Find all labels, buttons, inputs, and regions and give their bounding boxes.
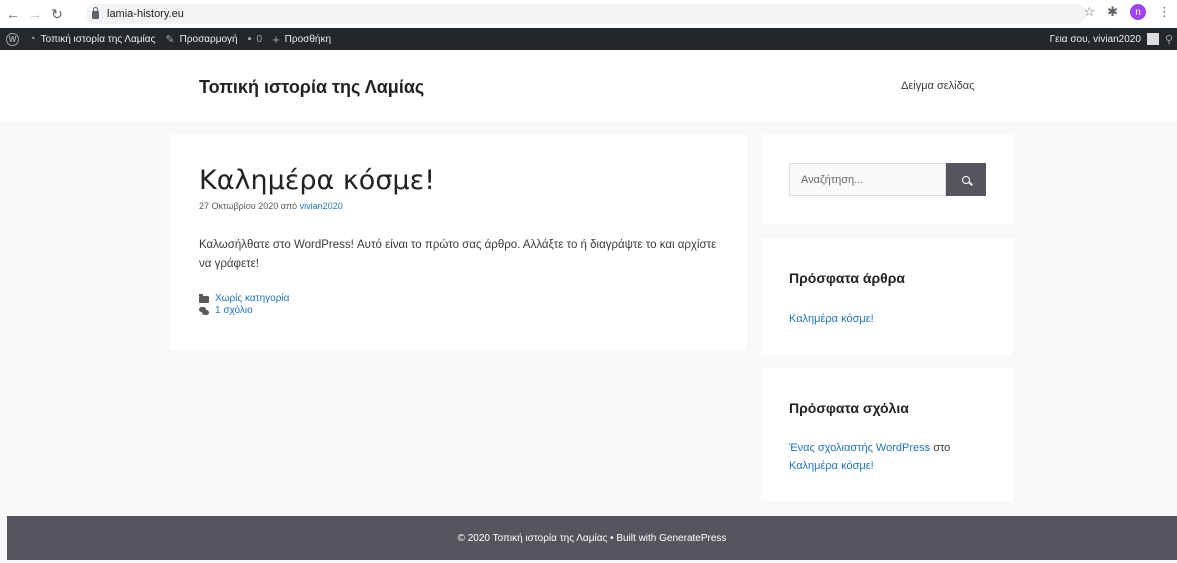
plus-icon: +	[272, 31, 280, 47]
lock-icon	[92, 7, 99, 19]
admin-comments-count: 0	[256, 33, 263, 45]
bookmark-star-icon[interactable]: ☆	[1083, 4, 1095, 20]
brush-icon: ✎	[165, 33, 175, 46]
search-input[interactable]: Αναζήτηση...	[789, 163, 946, 196]
folder-icon	[199, 293, 209, 303]
search-icon	[962, 175, 970, 184]
post-content: Καλωσήλθατε στο WordPress! Αυτό είναι το…	[199, 239, 717, 270]
search-button[interactable]	[946, 163, 986, 196]
recent-post-link[interactable]: Καλημέρα κόσμε!	[789, 313, 874, 325]
category-link[interactable]: Χωρίς κατηγορία	[215, 293, 289, 305]
post-title[interactable]: Καλημέρα κόσμε!	[199, 165, 435, 196]
browser-actions: ☆ ✱ n ⋮	[1083, 4, 1171, 20]
post-footer: Χωρίς κατηγορία 1 σχόλιο	[199, 293, 289, 317]
admin-account[interactable]: Γεια σου, vivian2020 ⚲	[1050, 28, 1173, 50]
site-title[interactable]: Τοπική ιστορία της Λαμίας	[199, 77, 424, 98]
footer-copyright: © 2020 Τοπική ιστορία της Λαμίας • Built…	[457, 532, 727, 544]
browser-toolbar: ← → ↻ lamia-history.eu ☆ ✱ n ⋮	[0, 0, 1177, 28]
forward-icon[interactable]: →	[26, 5, 44, 23]
post-date[interactable]: 27 Οκτωβρίου 2020	[199, 201, 278, 211]
recent-comments-title: Πρόσφατα σχόλια	[789, 400, 909, 416]
back-icon[interactable]: ←	[4, 5, 22, 23]
search-widget: Αναζήτηση...	[761, 135, 1014, 224]
post-by: από	[280, 201, 298, 211]
admin-customize-label: Προσαρμογή	[179, 33, 238, 45]
url-text: lamia-history.eu	[107, 8, 184, 20]
admin-greeting: Γεια σου, vivian2020	[1049, 33, 1141, 45]
recent-comments-widget: Πρόσφατα σχόλια Ένας σχολιαστής WordPres…	[761, 368, 1014, 501]
admin-comments[interactable]: ▪ 0	[248, 33, 262, 45]
recent-comment-item: Ένας σχολιαστής WordPress στο Καλημέρα κ…	[789, 439, 989, 475]
dashboard-icon: ◔	[29, 33, 36, 45]
admin-add-new[interactable]: + Προσθήκη	[272, 32, 331, 47]
post-meta: 27 Οκτωβρίου 2020 από vivian2020	[199, 201, 343, 211]
more-menu-icon[interactable]: ⋮	[1158, 4, 1171, 20]
comment-post-link[interactable]: Καλημέρα κόσμε!	[789, 460, 874, 472]
extensions-puzzle-icon[interactable]: ✱	[1107, 4, 1118, 20]
recent-posts-title: Πρόσφατα άρθρα	[789, 270, 905, 286]
comments-link[interactable]: 1 σχόλιο	[215, 305, 253, 317]
comments-icon	[199, 307, 209, 315]
post-card: Καλημέρα κόσμε! 27 Οκτωβρίου 2020 από vi…	[170, 135, 747, 350]
site-header: Τοπική ιστορία της Λαμίας Δείγμα σελίδας	[0, 50, 1177, 121]
admin-site-name-label: Τοπική ιστορία της Λαμίας	[40, 33, 156, 45]
reload-icon[interactable]: ↻	[48, 5, 66, 23]
admin-search-icon[interactable]: ⚲	[1165, 33, 1173, 46]
profile-avatar[interactable]: n	[1130, 4, 1146, 20]
wp-admin-bar: W ◔ Τοπική ιστορία της Λαμίας ✎ Προσαρμο…	[0, 28, 1177, 50]
nav-menu-sample-page[interactable]: Δείγμα σελίδας	[901, 80, 974, 92]
admin-site-name[interactable]: ◔ Τοπική ιστορία της Λαμίας	[29, 33, 155, 45]
post-author-link[interactable]: vivian2020	[300, 201, 343, 211]
site-footer: © 2020 Τοπική ιστορία της Λαμίας • Built…	[7, 516, 1177, 560]
admin-add-new-label: Προσθήκη	[284, 33, 331, 45]
comment-bubble-icon: ▪	[247, 33, 252, 45]
comment-on-label: στο	[933, 442, 951, 454]
user-avatar	[1146, 33, 1159, 45]
recent-posts-widget: Πρόσφατα άρθρα Καλημέρα κόσμε!	[761, 238, 1014, 355]
comment-author-link[interactable]: Ένας σχολιαστής WordPress	[789, 442, 930, 454]
address-bar[interactable]: lamia-history.eu	[86, 4, 1086, 24]
admin-customize[interactable]: ✎ Προσαρμογή	[165, 33, 237, 46]
recent-posts-list: Καλημέρα κόσμε!	[789, 310, 989, 328]
wordpress-logo-icon[interactable]: W	[6, 32, 19, 46]
